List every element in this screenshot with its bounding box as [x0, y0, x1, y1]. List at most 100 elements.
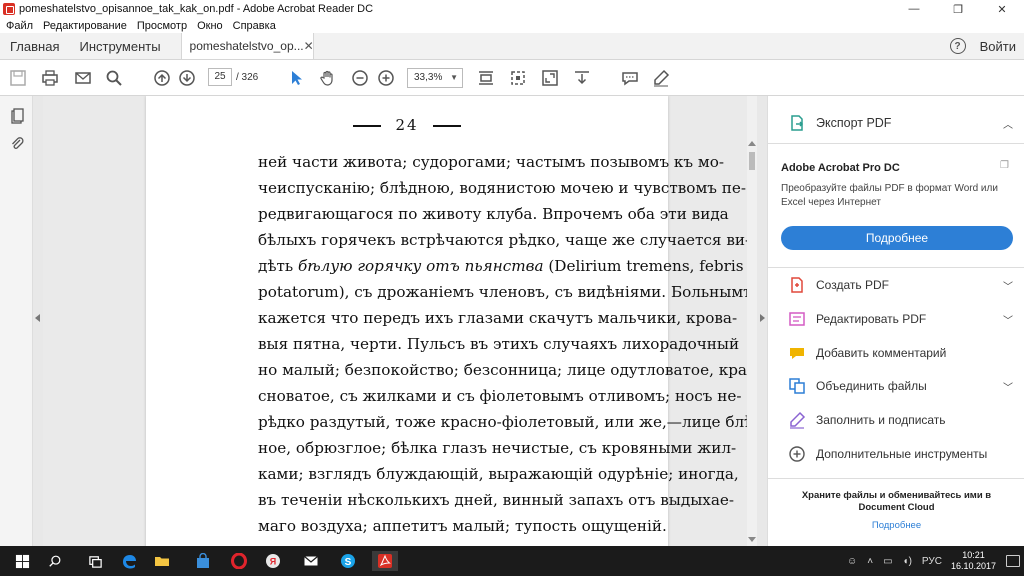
signin-button[interactable]: Войти: [980, 39, 1016, 54]
previous-page-icon[interactable]: [152, 68, 172, 88]
document-cloud-promo: Храните файлы и обменивайтесь ими в Docu…: [801, 490, 992, 513]
learn-more-button[interactable]: Подробнее: [781, 226, 1013, 250]
volume-icon[interactable]: ◖): [903, 556, 912, 567]
product-name: Adobe Acrobat Pro DC: [781, 162, 900, 174]
tab-document-label: pomeshatelstvo_op...: [189, 39, 304, 53]
tab-document[interactable]: pomeshatelstvo_op... ✕: [180, 33, 314, 59]
comment-icon: [788, 344, 806, 362]
search-icon[interactable]: [45, 551, 65, 571]
tool-combine-files[interactable]: Объединить файлы ﹀: [788, 375, 1013, 397]
select-cursor-icon[interactable]: [286, 68, 306, 88]
attachments-icon[interactable]: [9, 136, 25, 152]
chevron-down-icon[interactable]: ﹀: [1003, 379, 1013, 394]
left-panel-toggle[interactable]: [33, 96, 43, 546]
menu-file[interactable]: Файл: [6, 20, 33, 32]
more-tools-icon: [788, 445, 806, 463]
vertical-scrollbar[interactable]: [747, 96, 757, 546]
search-icon[interactable]: [104, 68, 124, 88]
text-line: potatorum), съ дрожаніемъ членовъ, съ ви…: [258, 283, 753, 301]
tool-create-pdf[interactable]: Создать PDF ﹀: [788, 274, 1013, 296]
svg-text:S: S: [345, 557, 352, 568]
print-icon[interactable]: [40, 68, 60, 88]
edit-pdf-icon: [788, 310, 806, 328]
scroll-down-icon[interactable]: [748, 537, 756, 542]
zoom-select[interactable]: 33,3% ▼: [407, 68, 463, 88]
export-pdf-label: Экспорт PDF: [816, 116, 892, 130]
zoom-out-icon[interactable]: [350, 68, 370, 88]
text-segment: (Delirium tremens, febris: [543, 257, 744, 275]
zoom-in-icon[interactable]: [376, 68, 396, 88]
close-tab-icon[interactable]: ✕: [304, 39, 314, 53]
help-icon[interactable]: ?: [949, 38, 966, 54]
mail-icon[interactable]: [301, 551, 321, 571]
chevron-up-icon: ︿: [1003, 119, 1013, 131]
page-thumbnails-icon[interactable]: [9, 108, 25, 124]
text-line: маго воздуха; аппетитъ малый; тупость ощ…: [258, 517, 667, 535]
read-mode-icon[interactable]: [572, 68, 592, 88]
scroll-mode-icon[interactable]: [476, 68, 496, 88]
tool-label: Объединить файлы: [816, 379, 927, 393]
yandex-browser-icon[interactable]: Я: [263, 551, 283, 571]
skype-icon[interactable]: S: [338, 551, 358, 571]
scroll-thumb[interactable]: [749, 152, 755, 170]
close-window-button[interactable]: ✕: [980, 0, 1024, 18]
tool-edit-pdf[interactable]: Редактировать PDF ﹀: [788, 308, 1013, 330]
clock[interactable]: 10:21 16.10.2017: [951, 550, 996, 572]
next-page-icon[interactable]: [177, 68, 197, 88]
title-bar: pomeshatelstvo_opisannoe_tak_kak_on.pdf …: [0, 0, 1024, 18]
store-icon[interactable]: [193, 551, 213, 571]
right-panel-toggle[interactable]: [757, 96, 767, 546]
show-hidden-icons-icon[interactable]: ˄: [867, 556, 873, 567]
tool-label: Создать PDF: [816, 278, 889, 292]
text-line: ней части живота; судорогами; частымъ по…: [258, 153, 724, 171]
document-cloud-link[interactable]: Подробнее: [768, 520, 1024, 531]
minimize-button[interactable]: —: [892, 0, 936, 18]
email-icon[interactable]: [73, 68, 93, 88]
hand-tool-icon[interactable]: [318, 68, 338, 88]
text-line: но малый; безпокойство; безсонница; лице…: [258, 361, 753, 379]
tool-fill-sign[interactable]: Заполнить и подписать: [788, 409, 1013, 431]
scroll-up-icon[interactable]: [748, 141, 756, 146]
fit-page-icon[interactable]: [508, 68, 528, 88]
edge-browser-icon[interactable]: [119, 551, 139, 571]
people-icon[interactable]: ☺: [847, 556, 857, 567]
combine-files-icon: [788, 377, 806, 395]
menu-window[interactable]: Окно: [197, 20, 223, 32]
text-line: дѣть бѣлую горячку отъ пьянства (Deliriu…: [258, 256, 744, 276]
file-explorer-icon[interactable]: [152, 551, 172, 571]
page-header: 24: [146, 116, 668, 134]
task-view-icon[interactable]: [85, 551, 105, 571]
chevron-down-icon[interactable]: ﹀: [1003, 312, 1013, 327]
maximize-button[interactable]: ❐: [936, 0, 980, 18]
opera-browser-icon[interactable]: [229, 551, 249, 571]
language-indicator[interactable]: РУС: [922, 556, 942, 567]
acrobat-app-icon: [3, 3, 15, 15]
text-line: чеиспусканію; блѣдною, водянистою мочею …: [258, 179, 746, 197]
menu-edit[interactable]: Редактирование: [43, 20, 127, 32]
menu-help[interactable]: Справка: [233, 20, 276, 32]
menu-view[interactable]: Просмотр: [137, 20, 187, 32]
chevron-down-icon: ▼: [450, 73, 458, 82]
tab-bar: Главная Инструменты pomeshatelstvo_op...…: [0, 33, 1024, 60]
clock-date: 16.10.2017: [950, 561, 996, 571]
tab-tools[interactable]: Инструменты: [69, 33, 170, 59]
copy-icon: ❐: [1000, 160, 1009, 171]
tool-add-comment[interactable]: Добавить комментарий: [788, 342, 1013, 364]
page-number-input[interactable]: 25: [208, 68, 232, 86]
tab-home[interactable]: Главная: [0, 33, 69, 59]
full-screen-icon[interactable]: [540, 68, 560, 88]
document-viewport[interactable]: 24 ней части живота; судорогами; частымъ…: [43, 96, 757, 546]
draw-tool-icon[interactable]: [651, 68, 671, 88]
acrobat-taskbar-icon[interactable]: [372, 551, 398, 571]
export-pdf-icon: [788, 114, 806, 132]
export-pdf-header[interactable]: Экспорт PDF ︿: [788, 112, 1013, 134]
comment-tool-icon[interactable]: [620, 68, 640, 88]
tool-more-tools[interactable]: Дополнительные инструменты: [788, 443, 1013, 465]
save-icon[interactable]: [8, 68, 28, 88]
windows-taskbar: Я S ☺ ˄ ▭ ◖) РУС 10:21 16.10.2017: [0, 546, 1024, 576]
chevron-down-icon[interactable]: ﹀: [1003, 278, 1013, 293]
zoom-value: 33,3%: [414, 72, 443, 83]
windows-start-icon[interactable]: [12, 551, 32, 571]
network-icon[interactable]: ▭: [883, 556, 892, 567]
action-center-icon[interactable]: [1006, 555, 1020, 567]
